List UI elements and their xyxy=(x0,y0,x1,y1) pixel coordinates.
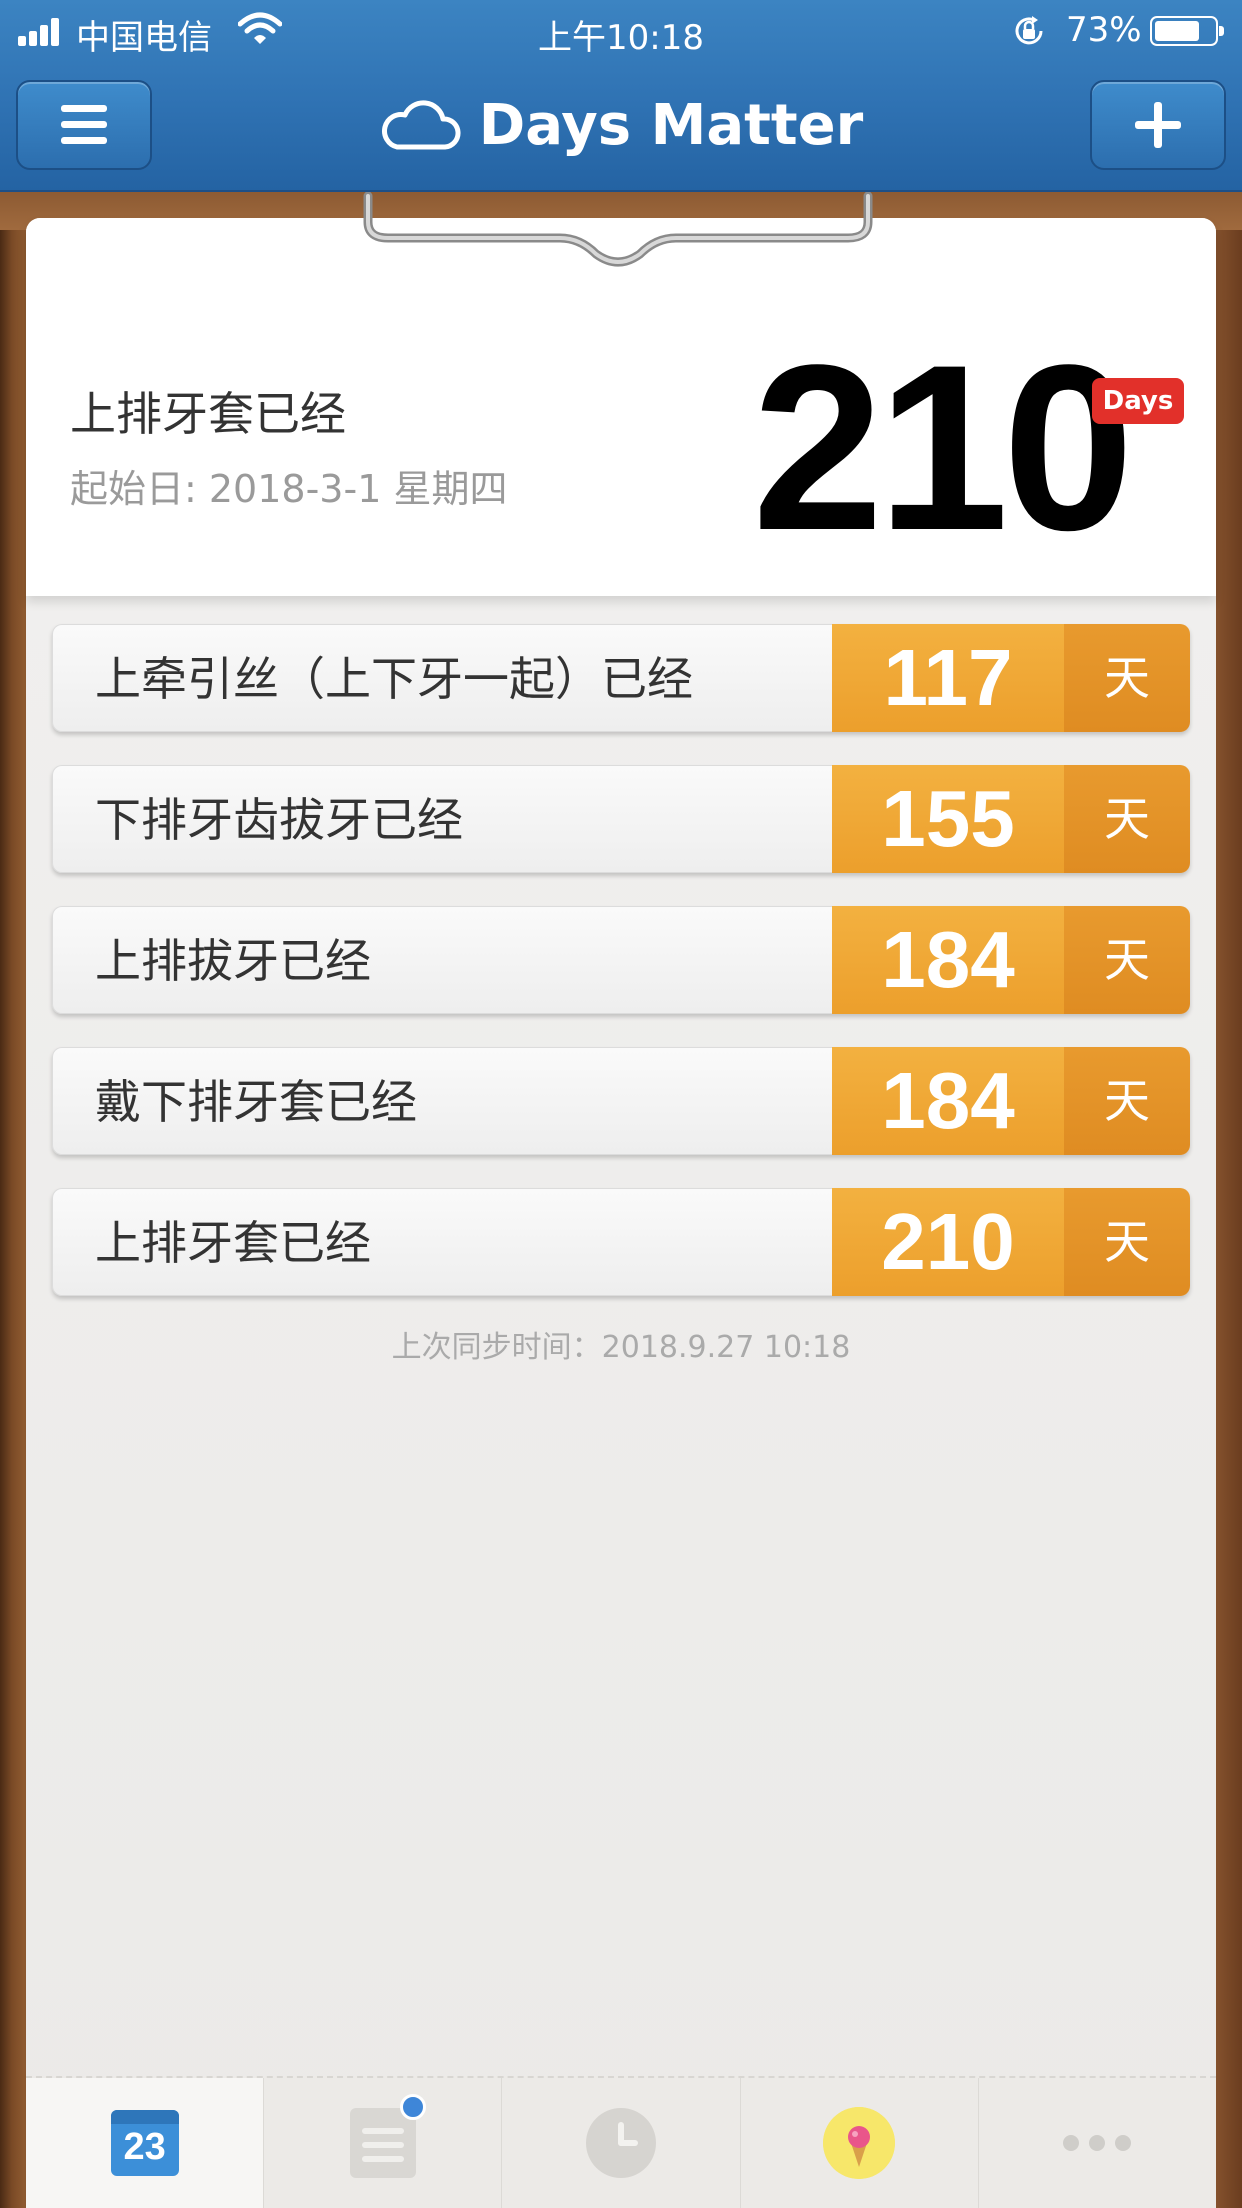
rotation-lock-icon xyxy=(1015,16,1043,45)
list-item[interactable]: 下排牙齿拔牙已经 155 天 xyxy=(52,765,1190,873)
tab-events[interactable]: 23 xyxy=(26,2078,265,2208)
event-days: 117 xyxy=(832,624,1064,732)
tab-clock[interactable] xyxy=(502,2078,741,2208)
status-bar: 中国电信 上午10:18 73% xyxy=(0,0,1242,62)
event-list: 上牵引丝（上下牙一起）已经 117 天 下排牙齿拔牙已经 155 天 上排拔牙已… xyxy=(52,624,1190,1329)
event-days: 155 xyxy=(832,765,1064,873)
tab-more[interactable] xyxy=(979,2078,1216,2208)
top-event-start-date: 起始日: 2018-3-1 星期四 xyxy=(70,467,508,511)
event-unit: 天 xyxy=(1064,624,1190,732)
event-unit: 天 xyxy=(1064,765,1190,873)
tab-bar: 23 xyxy=(26,2076,1216,2208)
event-unit: 天 xyxy=(1064,906,1190,1014)
clipboard-clip xyxy=(363,192,873,267)
battery-icon xyxy=(1150,16,1224,46)
ice-cream-icon xyxy=(823,2107,896,2179)
event-unit: 天 xyxy=(1064,1047,1190,1155)
more-icon xyxy=(1063,2135,1132,2151)
event-days: 184 xyxy=(832,906,1064,1014)
event-label: 上牵引丝（上下牙一起）已经 xyxy=(95,652,693,706)
status-time: 上午10:18 xyxy=(538,18,704,58)
notepad-icon xyxy=(349,2094,426,2178)
tab-notes[interactable] xyxy=(264,2078,503,2208)
event-label: 上排拔牙已经 xyxy=(95,934,371,988)
days-badge: Days xyxy=(1092,378,1184,424)
top-event-days: 210 xyxy=(752,316,1134,580)
sync-status: 上次同步时间：2018.9.27 10:18 xyxy=(391,1330,851,1365)
cloud-icon xyxy=(381,100,461,150)
plus-icon xyxy=(1135,102,1181,148)
event-unit: 天 xyxy=(1064,1188,1190,1296)
app-title-text: Days Matter xyxy=(478,92,864,158)
battery-percentage: 73% xyxy=(1066,10,1142,50)
event-days: 184 xyxy=(832,1047,1064,1155)
top-event-title: 上排牙套已经 xyxy=(70,387,346,441)
event-label: 下排牙齿拔牙已经 xyxy=(95,793,463,847)
event-label: 上排牙套已经 xyxy=(95,1216,371,1270)
add-button[interactable] xyxy=(1090,80,1226,170)
event-days: 210 xyxy=(832,1188,1064,1296)
list-item[interactable]: 上排拔牙已经 184 天 xyxy=(52,906,1190,1014)
list-item[interactable]: 戴下排牙套已经 184 天 xyxy=(52,1047,1190,1155)
notification-dot xyxy=(399,2094,426,2120)
list-item[interactable]: 上排牙套已经 210 天 xyxy=(52,1188,1190,1296)
event-label: 戴下排牙套已经 xyxy=(95,1075,417,1129)
app-title: Days Matter xyxy=(0,90,1242,160)
top-event-card[interactable]: 上排牙套已经 起始日: 2018-3-1 星期四 210 Days xyxy=(26,218,1216,596)
list-item[interactable]: 上牵引丝（上下牙一起）已经 117 天 xyxy=(52,624,1190,732)
clock-icon xyxy=(586,2108,656,2178)
calendar-icon: 23 xyxy=(110,2110,179,2176)
nav-header: 中国电信 上午10:18 73% Days Matter xyxy=(0,0,1242,192)
tab-discover[interactable] xyxy=(741,2078,979,2208)
